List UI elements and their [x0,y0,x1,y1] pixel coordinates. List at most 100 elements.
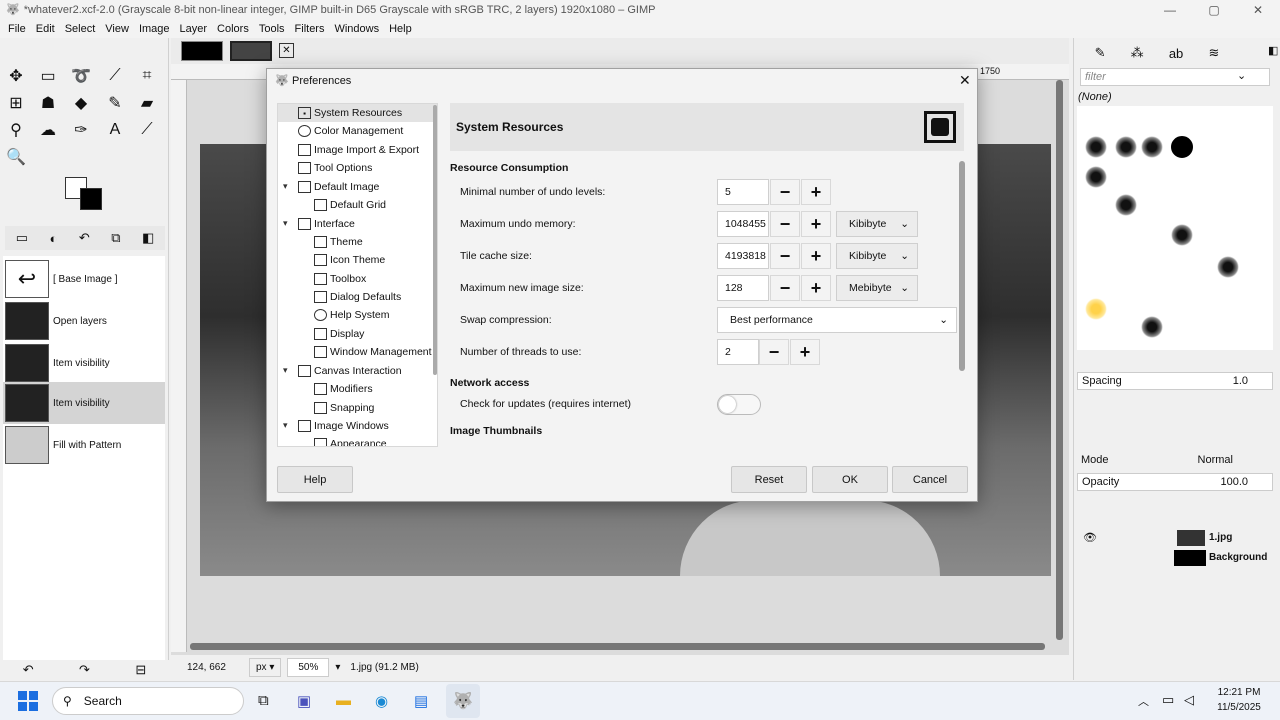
chevron-down-icon[interactable]: ⌄ [1237,69,1246,82]
decrement-button[interactable]: − [759,339,789,365]
windows-start-icon[interactable] [18,691,38,711]
edge-browser-icon[interactable]: ◉ [375,692,388,710]
brush-item[interactable] [1141,316,1163,338]
unit-select[interactable]: px ▾ [249,658,282,677]
menu-view[interactable]: View [100,23,134,35]
expand-arrow-icon[interactable]: ▾ [283,218,288,229]
tree-item-color-management[interactable]: Color Management [298,122,403,140]
max-image-unit-select[interactable]: Mebibyte ⌄ [836,275,918,301]
tree-item-modifiers[interactable]: Modifiers [314,380,373,398]
images-tab-icon[interactable]: ⧉ [111,230,120,246]
eye-icon[interactable]: 👁 [1083,531,1097,544]
tree-item-tool-options[interactable]: Tool Options [298,159,372,177]
brushes-tab-icon[interactable]: ✎ [1095,45,1106,61]
device-status-tab-icon[interactable]: ◐ [50,231,58,246]
transform-tool-icon[interactable]: ⊞ [5,92,27,114]
tree-item-window-management[interactable]: Window Management [314,343,432,361]
gimp-taskbar-icon[interactable]: 🐺 [446,684,480,718]
max-image-size-input[interactable]: 128 [717,275,769,301]
tree-item-canvas-interaction[interactable]: Canvas Interaction [298,362,402,380]
tree-item-snapping[interactable]: Snapping [314,399,374,417]
undo-memory-input[interactable]: 1048455 [717,211,769,237]
patterns-tab-icon[interactable]: ⁂ [1131,45,1144,61]
opacity-slider[interactable]: Opacity 100.0 [1077,473,1273,491]
decrement-button[interactable]: − [770,243,800,269]
tree-item-image-import-export[interactable]: Image Import & Export [298,141,419,159]
tool-options-tab-icon[interactable]: ▭ [16,230,28,246]
check-updates-toggle[interactable] [717,394,761,415]
image-tab-thumbnail[interactable] [181,41,223,61]
clock-time[interactable]: 12:21 PM [1214,687,1264,698]
clock-date[interactable]: 11/5/2025 [1214,702,1264,713]
cancel-button[interactable]: Cancel [892,466,968,493]
list-item[interactable]: Open layers [3,300,165,342]
increment-button[interactable]: + [790,339,820,365]
increment-button[interactable]: + [801,275,831,301]
background-color-swatch[interactable] [80,188,102,210]
undo-levels-input[interactable]: 5 [717,179,769,205]
expand-arrow-icon[interactable]: ▾ [283,420,288,431]
tree-item-system-resources[interactable]: ▪ System Resources [278,104,437,122]
tree-item-icon-theme[interactable]: Icon Theme [314,251,385,269]
undo-memory-unit-select[interactable]: Kibibyte ⌄ [836,211,918,237]
spacing-slider[interactable]: Spacing 1.0 [1077,372,1273,390]
minimize-button[interactable]: — [1148,0,1192,19]
horizontal-scrollbar[interactable] [190,643,1045,650]
list-item[interactable]: Fill with Pattern [3,424,165,466]
undo-history-tab-icon[interactable]: ↶ [79,230,90,246]
menu-layer[interactable]: Layer [175,23,213,35]
tree-item-help-system[interactable]: Help System [314,306,390,324]
list-item[interactable]: Item visibility [3,342,165,384]
zoom-input[interactable]: 50% [287,658,330,677]
decrement-button[interactable]: − [770,211,800,237]
brush-item[interactable] [1217,256,1239,278]
brush-item[interactable] [1115,136,1137,158]
fonts-tab-icon[interactable]: ab [1169,46,1183,61]
image-tab-thumbnail-active[interactable] [230,41,272,61]
layer-row[interactable]: Background [1077,548,1273,567]
chevron-up-icon[interactable]: ︿ [1138,693,1149,709]
zoom-tool-icon[interactable]: 🔍 [5,146,27,168]
layer-mode-select[interactable]: Normal [1198,454,1233,466]
menu-select[interactable]: Select [60,23,101,35]
store-icon[interactable]: ▤ [414,692,428,710]
brush-item[interactable] [1115,194,1137,216]
help-button[interactable]: Help [277,466,353,493]
page-scrollbar[interactable] [959,161,965,371]
tree-scrollbar[interactable] [433,105,437,375]
brush-item[interactable] [1171,224,1193,246]
color-picker-tool-icon[interactable]: ⟋ [136,119,158,141]
redo-icon[interactable]: ↷ [79,662,90,678]
rect-select-tool-icon[interactable]: ▭ [37,65,59,87]
decrement-button[interactable]: − [770,275,800,301]
ok-button[interactable]: OK [812,466,888,493]
swap-compression-select[interactable]: Best performance ⌄ [717,307,957,333]
task-view-icon[interactable]: ⧉ [258,692,269,709]
tree-item-dialog-defaults[interactable]: Dialog Defaults [314,288,401,306]
tree-item-image-windows[interactable]: Image Windows [298,417,389,435]
tree-item-interface[interactable]: Interface [298,215,355,233]
menu-tools[interactable]: Tools [254,23,290,35]
brush-item[interactable] [1085,136,1107,158]
fuzzy-select-tool-icon[interactable]: ⟋ [104,65,126,87]
path-tool-icon[interactable]: ✑ [70,119,92,141]
close-window-button[interactable]: ✕ [1236,0,1280,19]
close-tab-icon[interactable]: ✕ [279,43,294,58]
brush-item[interactable] [1141,136,1163,158]
lasso-tool-icon[interactable]: ➰ [70,65,92,87]
crop-tool-icon[interactable]: ⌗ [136,65,158,87]
clear-history-icon[interactable]: ⊟ [135,662,146,678]
warp-tool-icon[interactable]: ☗ [37,92,59,114]
list-item-selected[interactable]: Item visibility [3,382,165,424]
file-explorer-icon[interactable]: ▬ [336,692,351,709]
tile-cache-input[interactable]: 4193818 [717,243,769,269]
move-tool-icon[interactable]: ✥ [5,65,27,87]
menu-edit[interactable]: Edit [31,23,60,35]
undo-icon[interactable]: ↶ [23,662,34,678]
bucket-fill-tool-icon[interactable]: ◆ [70,92,92,114]
tile-cache-unit-select[interactable]: Kibibyte ⌄ [836,243,918,269]
volume-icon[interactable]: ◁ [1184,692,1194,708]
threads-input[interactable]: 2 [717,339,759,365]
increment-button[interactable]: + [801,243,831,269]
vertical-scrollbar[interactable] [1056,80,1063,640]
